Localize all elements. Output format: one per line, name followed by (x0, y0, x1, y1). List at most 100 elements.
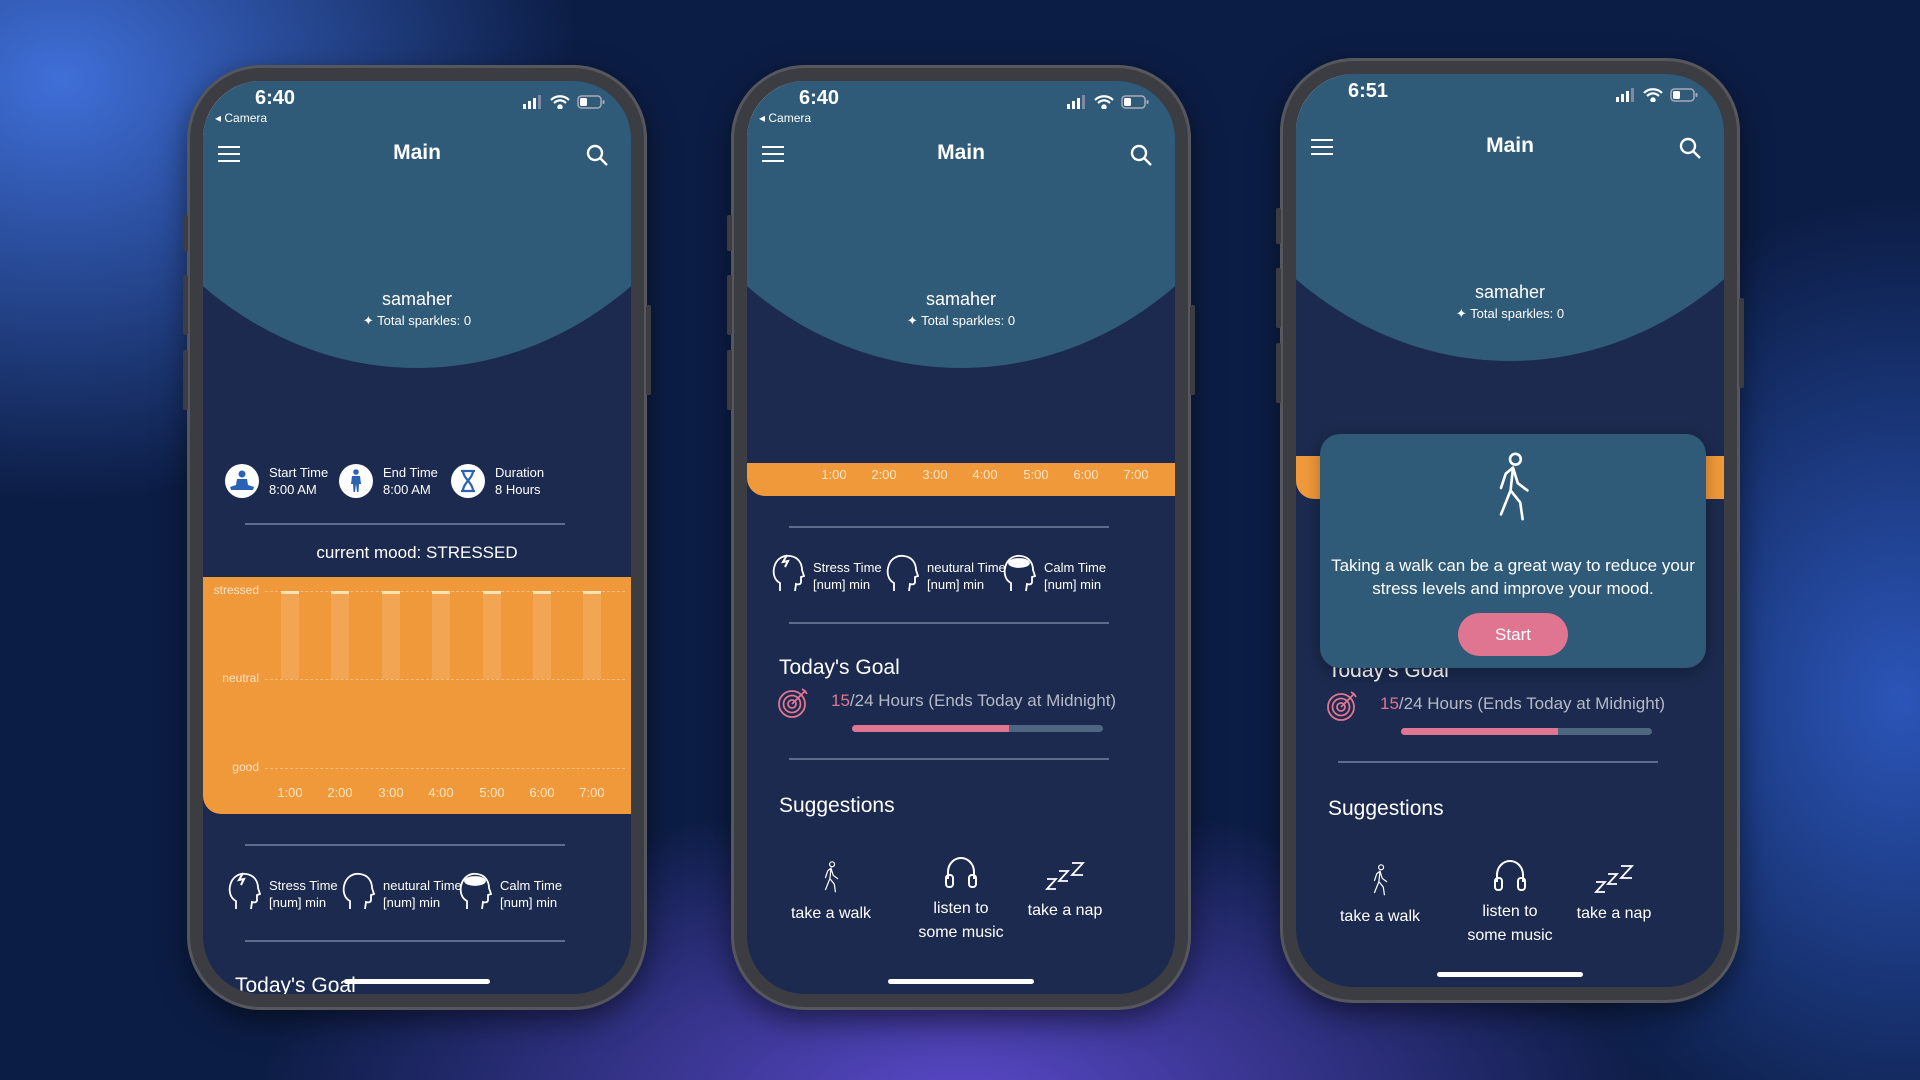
mood-time-item: neutural Time[num] min (885, 553, 1006, 598)
chart-gridline (265, 679, 625, 680)
chart-x-tick-label: 3:00 (922, 467, 948, 482)
calm-head-icon (458, 871, 493, 916)
mood-chart: goodneutralstressed1:002:003:004:005:006… (747, 463, 1175, 496)
chart-gridline (265, 768, 625, 769)
chart-bar (533, 591, 551, 679)
chart-bar (331, 591, 349, 679)
stat-label: Start Time (269, 465, 329, 480)
goal-progress-bar (1401, 728, 1652, 735)
neutral-head-icon (885, 553, 920, 598)
wifi-icon (550, 95, 570, 114)
search-button[interactable] (1129, 143, 1153, 172)
back-to-camera-link[interactable]: ◂ Camera (215, 111, 267, 125)
suggestions-title: Suggestions (779, 794, 895, 817)
page-title: Main (937, 141, 985, 164)
mood-time-item: Stress Time[num] min (771, 553, 882, 598)
sleep-zzz-icon (1005, 861, 1125, 891)
meditation-icon (225, 464, 259, 498)
sparkle-icon: ✦ (362, 313, 374, 328)
mood-time-value: [num] min (383, 894, 441, 910)
stat-label: End Time (383, 465, 438, 480)
headphones-icon (1450, 858, 1570, 892)
stressed-head-icon (227, 871, 262, 916)
target-icon (1326, 688, 1360, 727)
stat-value: 8:00 AM (269, 482, 317, 497)
status-time: 6:40 (798, 87, 840, 109)
mood-time-value: [num] min (500, 894, 558, 910)
mood-time-label: Stress Time (269, 877, 338, 893)
user-name: samaher (925, 289, 997, 309)
suggestion-item[interactable]: take a nap (1554, 864, 1674, 926)
sparkles-text: Total sparkles: 0 (377, 313, 472, 328)
mood-chart: goodneutralstressed1:002:003:004:005:006… (203, 577, 631, 814)
start-button[interactable]: Start (1458, 613, 1568, 656)
status-icons (523, 95, 605, 114)
stressed-head-icon (771, 553, 806, 598)
suggestion-label: take a nap (1027, 902, 1103, 919)
chart-y-tick-label: good (232, 760, 259, 774)
status-icons (1067, 95, 1149, 114)
walking-icon (1489, 452, 1537, 529)
mood-time-label: Calm Time (500, 877, 563, 893)
suggestion-item[interactable]: take a nap (1005, 861, 1125, 923)
chart-x-tick-label: 2:00 (871, 467, 897, 482)
home-indicator[interactable] (1437, 972, 1583, 977)
goal-title: Today's Goal (779, 656, 900, 679)
chart-bar (432, 591, 450, 679)
chart-x-tick-label: 6:00 (1073, 467, 1099, 482)
search-button[interactable] (585, 143, 609, 172)
scroll-content[interactable]: Start Time8:00 AMEnd Time8:00 AMDuration… (747, 463, 1175, 994)
neutral-head-icon (341, 871, 376, 916)
mood-time-label: Calm Time (1044, 559, 1107, 575)
mood-time-value: [num] min (1044, 576, 1102, 592)
divider (245, 940, 565, 942)
search-button[interactable] (1678, 136, 1702, 165)
calm-head-icon (1002, 553, 1037, 598)
mood-time-value: [num] min (269, 894, 327, 910)
suggestions-title: Suggestions (1328, 797, 1444, 820)
signal-icon (1616, 88, 1636, 107)
standing-person-icon (339, 464, 373, 498)
suggestion-item[interactable]: take a walk (1320, 864, 1440, 929)
suggestion-item[interactable]: listen to some music (901, 855, 1021, 945)
target-icon (777, 685, 811, 724)
stat-start-time: Start Time 8:00 AM (225, 464, 328, 498)
mood-time-item: Calm Time[num] min (1002, 553, 1106, 598)
battery-icon (1670, 88, 1698, 107)
wifi-icon (1094, 95, 1114, 114)
chart-y-tick-label: stressed (213, 583, 259, 597)
phone-screen: 6:40 ◂ Camera Main samaher ✦ Total spark… (203, 81, 631, 994)
chart-x-tick-label: 7:00 (579, 785, 605, 800)
walking-icon (1320, 864, 1440, 897)
battery-icon (577, 95, 605, 114)
chart-bar (583, 591, 601, 679)
mood-time-item: Calm Time[num] min (458, 871, 562, 916)
back-label: Camera (768, 111, 812, 125)
sleep-zzz-icon (1554, 864, 1674, 894)
back-to-camera-link[interactable]: ◂ Camera (759, 111, 811, 125)
chart-bar (382, 591, 400, 679)
suggestion-label: listen to some music (1467, 903, 1553, 944)
search-icon (585, 144, 609, 171)
divider (789, 758, 1109, 760)
suggestion-label: take a walk (790, 905, 872, 922)
home-indicator[interactable] (344, 979, 490, 984)
chart-x-tick-label: 3:00 (378, 785, 404, 800)
search-icon (1129, 144, 1153, 171)
sparkle-icon: ✦ (1455, 306, 1467, 321)
goal-progress-bar (852, 725, 1103, 732)
home-indicator[interactable] (888, 979, 1034, 984)
page-title: Main (393, 141, 441, 164)
goal-status: 15/24 Hours (Ends Today at Midnight) (831, 691, 1116, 711)
chart-x-tick-label: 7:00 (1123, 467, 1149, 482)
search-icon (1678, 137, 1702, 164)
goal-rest: /24 Hours (Ends Today at Midnight) (1398, 694, 1666, 713)
stat-end-time: End Time 8:00 AM (339, 464, 438, 498)
phone-screen: 6:40 ◂ Camera Main samaher ✦ Total spark… (747, 81, 1175, 994)
suggestion-item[interactable]: take a walk (771, 861, 891, 926)
scroll-content[interactable]: Start Time8:00 AMEnd Time8:00 AMDuration… (203, 451, 631, 994)
suggestion-item[interactable]: listen to some music (1450, 858, 1570, 948)
chart-x-tick-label: 1:00 (821, 467, 847, 482)
divider (789, 622, 1109, 624)
stat-value: 8 Hours (495, 482, 541, 497)
